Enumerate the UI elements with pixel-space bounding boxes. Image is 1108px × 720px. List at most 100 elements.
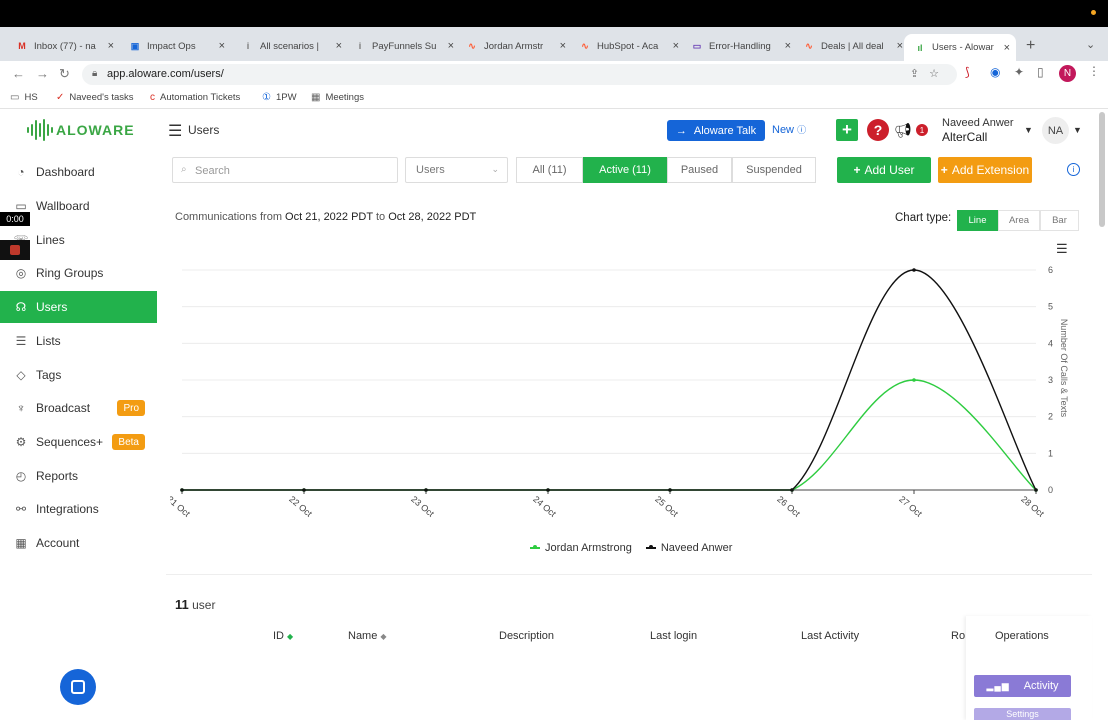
data-point[interactable]	[180, 488, 184, 492]
bookmark[interactable]: ① 1PW	[262, 92, 297, 103]
chat-support-button[interactable]	[60, 669, 96, 705]
chevron-down-icon[interactable]: ⌄	[1086, 38, 1095, 51]
browser-tab[interactable]: ▭ Error-Handling ×	[691, 36, 791, 56]
sidebar-item-label: Account	[36, 536, 80, 550]
filter-active[interactable]: Active (11)	[583, 157, 667, 183]
data-point[interactable]	[302, 488, 306, 492]
browser-tab[interactable]: M Inbox (77) - na ×	[16, 36, 114, 56]
close-tab-icon[interactable]: ×	[1004, 42, 1010, 54]
sidebar-item-dashboard[interactable]: ◔ Dashboard	[0, 156, 157, 188]
close-tab-icon[interactable]: ×	[336, 40, 342, 52]
sidebar-item-broadcast[interactable]: ♆ Broadcast Pro	[0, 392, 157, 424]
info-icon[interactable]: i	[1067, 163, 1080, 176]
sidebar-item-integrations[interactable]: ⚯ Integrations	[0, 493, 157, 525]
extension-icon[interactable]: ◉	[990, 65, 1000, 79]
more-icon[interactable]: ⋮	[1088, 64, 1100, 78]
search-input[interactable]	[195, 162, 385, 179]
hamburger-menu-icon[interactable]: ☰	[168, 121, 182, 141]
back-icon[interactable]: ←	[12, 66, 25, 81]
sidebar-item-label: Ring Groups	[36, 266, 104, 280]
data-point[interactable]	[546, 488, 550, 492]
filter-all[interactable]: All (11)	[516, 157, 583, 183]
broadcast-icon: ♆	[16, 401, 26, 415]
sidepanel-icon[interactable]: ▯	[1037, 65, 1044, 79]
data-point[interactable]	[1034, 488, 1038, 492]
ring-groups-icon: ◎	[15, 266, 27, 280]
close-tab-icon[interactable]: ×	[673, 40, 679, 52]
bookmark[interactable]: ✓ Naveed's tasks	[56, 92, 134, 103]
activity-label: Activity	[1023, 680, 1059, 692]
add-plus-button[interactable]: +	[836, 119, 858, 141]
recording-stop-button[interactable]	[0, 240, 30, 260]
address-bar-actions[interactable]: ⇪☆	[910, 67, 949, 80]
data-point[interactable]	[424, 488, 428, 492]
aloware-logo[interactable]: ALOWARE	[26, 119, 135, 141]
filter-paused[interactable]: Paused	[667, 157, 732, 183]
data-point[interactable]	[912, 378, 916, 382]
filter-suspended[interactable]: Suspended	[732, 157, 816, 183]
activity-button[interactable]: ▂▄▆ Activity	[974, 675, 1071, 697]
sidebar-item-lists[interactable]: ☰ Lists	[0, 325, 157, 357]
browser-tab[interactable]: ∿ Jordan Armstr ×	[466, 36, 566, 56]
new-button[interactable]: New ⓘ	[772, 123, 806, 136]
avatar[interactable]: NA	[1042, 117, 1069, 144]
reload-icon[interactable]: ↻	[59, 66, 70, 82]
sidebar-item-users[interactable]: ☊ Users	[0, 291, 157, 323]
close-tab-icon[interactable]: ×	[785, 40, 791, 52]
browser-tab[interactable]: ∿ Deals | All deal ×	[803, 36, 903, 56]
bookmark[interactable]: c Automation Tickets	[150, 92, 240, 103]
chart-type-bar[interactable]: Bar	[1040, 210, 1079, 231]
data-point[interactable]	[790, 488, 794, 492]
chevron-down-icon[interactable]: ▼	[1024, 125, 1033, 135]
column-header-name[interactable]: Name ◆	[348, 630, 387, 642]
bookmark[interactable]: ▭ HS	[10, 92, 38, 103]
legend-item[interactable]: Jordan Armstrong	[530, 542, 632, 554]
close-tab-icon[interactable]: ×	[448, 40, 454, 52]
tab-title: All scenarios |	[260, 40, 319, 52]
chevron-down-icon[interactable]: ▼	[1073, 125, 1082, 135]
address-bar[interactable]: 🔒︎ app.aloware.com/users/ ⇪☆	[82, 64, 957, 85]
sidebar-item-label: Lists	[36, 334, 61, 348]
range-middle: to	[375, 211, 386, 223]
sidebar-item-account[interactable]: ▦ Account	[0, 527, 157, 559]
browser-tab-active[interactable]: ıl Users - Alowar ×	[904, 34, 1016, 61]
chart-type-area[interactable]: Area	[998, 210, 1040, 231]
plus-icon: +	[853, 163, 861, 177]
legend-item[interactable]: Naveed Anwer	[645, 542, 733, 554]
close-tab-icon[interactable]: ×	[108, 40, 114, 52]
add-extension-button[interactable]: + Add Extension	[938, 157, 1032, 183]
browser-tab[interactable]: i PayFunnels Su ×	[354, 36, 454, 56]
user-type-select[interactable]: Users ⌄	[405, 157, 508, 183]
legend-label: Naveed Anwer	[660, 542, 733, 554]
puzzle-icon[interactable]: ✦	[1014, 65, 1024, 79]
sidebar-item-reports[interactable]: ◴ Reports	[0, 460, 157, 492]
extension-icon[interactable]: ⟆	[965, 65, 970, 79]
sidebar-item-label: Tags	[36, 368, 62, 382]
data-point[interactable]	[668, 488, 672, 492]
close-tab-icon[interactable]: ×	[897, 40, 903, 52]
settings-button[interactable]: Settings	[974, 708, 1071, 720]
close-tab-icon[interactable]: ×	[219, 40, 225, 52]
new-tab-icon[interactable]: +	[1026, 37, 1035, 55]
browser-tab[interactable]: i All scenarios | ×	[242, 36, 342, 56]
add-extension-label: Add Extension	[951, 163, 1030, 177]
sidebar-item-ring-groups[interactable]: ◎ Ring Groups	[0, 257, 157, 289]
scrollbar[interactable]	[1099, 112, 1105, 227]
add-user-button[interactable]: + Add User	[837, 157, 931, 183]
user-menu[interactable]: Naveed Anwer AlterCall	[942, 116, 1014, 144]
sidebar-item-sequences[interactable]: ⚙ Sequences+ Beta	[0, 426, 157, 458]
chart-type-line[interactable]: Line	[957, 210, 998, 231]
profile-avatar[interactable]: N	[1059, 65, 1076, 82]
data-point[interactable]	[912, 268, 916, 272]
close-tab-icon[interactable]: ×	[560, 40, 566, 52]
megaphone-icon[interactable]: 📢︎	[894, 122, 912, 139]
help-icon[interactable]: ?	[867, 119, 889, 141]
browser-tab[interactable]: ∿ HubSpot - Aca ×	[579, 36, 679, 56]
column-header-id[interactable]: ID ◆	[273, 630, 293, 642]
aloware-talk-button[interactable]: → Aloware Talk	[667, 120, 765, 141]
sidebar-item-tags[interactable]: ◇ Tags	[0, 359, 157, 391]
forward-icon[interactable]: →	[36, 66, 49, 81]
bookmark[interactable]: ▦ Meetings	[311, 92, 364, 103]
os-menu-bar	[0, 0, 1108, 27]
series-line-0	[182, 379, 1037, 491]
